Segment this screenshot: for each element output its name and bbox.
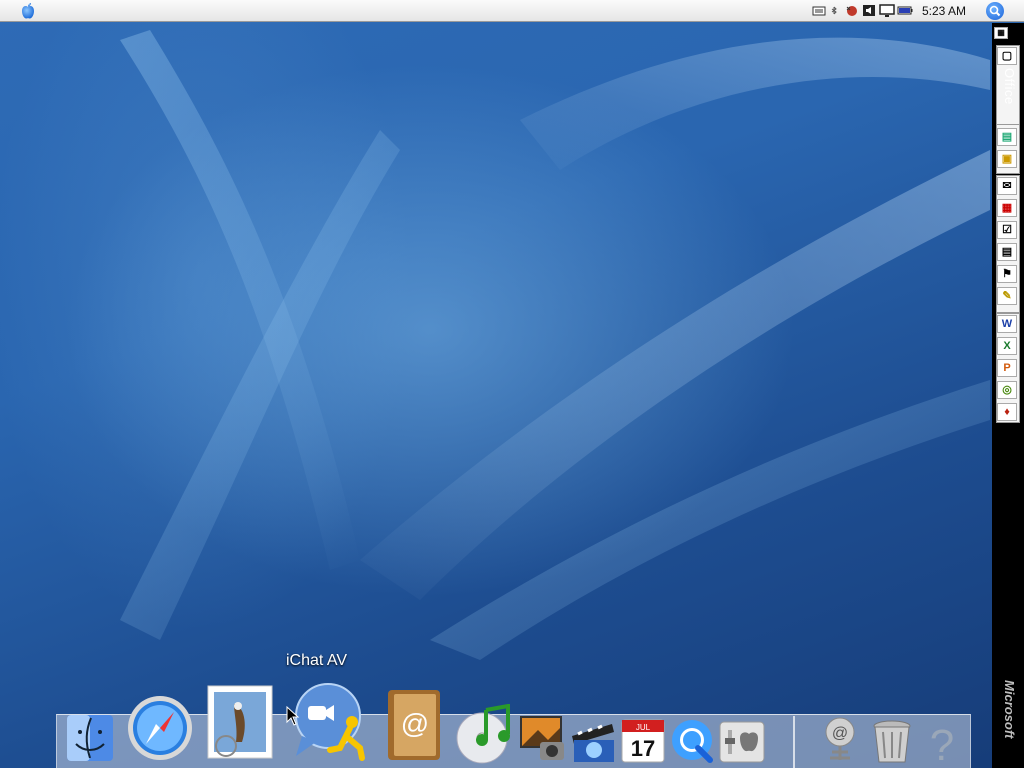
trash-icon[interactable] [870, 718, 914, 766]
ical-icon[interactable]: JUL 17 [620, 716, 666, 764]
menu-bar: 5:23 AM [0, 0, 1024, 22]
keyboard-input-icon[interactable] [812, 4, 826, 17]
help-icon[interactable]: ? [922, 718, 962, 766]
apple-icon[interactable] [20, 2, 36, 20]
desktop-wallpaper [0, 0, 1024, 768]
office-toolbar-menu-icon[interactable]: ▦ [994, 27, 1008, 39]
svg-text:?: ? [930, 721, 954, 766]
spotlight-search-icon[interactable] [986, 2, 1004, 20]
sync-icon[interactable] [843, 4, 859, 17]
ical-month: JUL [636, 723, 651, 732]
contacts-icon[interactable]: ▤ [997, 243, 1017, 261]
office-help-icon[interactable]: ♦ [997, 403, 1017, 421]
finder-icon[interactable] [64, 712, 116, 764]
menu-bar-clock[interactable]: 5:23 AM [922, 4, 966, 18]
open-file-icon[interactable]: ▤ [997, 128, 1017, 146]
bluetooth-icon[interactable] [830, 4, 838, 17]
mail-icon[interactable]: ✉ [997, 177, 1017, 195]
mail-icon[interactable] [204, 684, 278, 762]
itunes-icon[interactable] [452, 704, 514, 764]
svg-text:@: @ [832, 725, 848, 742]
word-icon[interactable]: W [997, 315, 1017, 333]
ichat-av-icon[interactable] [290, 678, 370, 764]
address-book-icon[interactable]: @ [382, 688, 446, 764]
project-center-icon[interactable]: ▣ [997, 150, 1017, 168]
project-gallery-icon[interactable]: ▢ [997, 47, 1017, 65]
safari-icon[interactable] [126, 692, 194, 762]
powerpoint-icon[interactable]: P [997, 359, 1017, 377]
office-toolbar-title: Office [1002, 68, 1017, 105]
tasks-icon[interactable]: ☑ [997, 221, 1017, 239]
mouse-pointer-icon [286, 706, 300, 726]
battery-icon[interactable] [897, 4, 913, 17]
office-toolbar-brand: Microsoft [1002, 680, 1017, 739]
system-preferences-icon[interactable] [718, 720, 766, 764]
volume-icon[interactable] [862, 4, 876, 17]
iphoto-icon[interactable] [518, 714, 568, 764]
wallpaper-swooshes [120, 30, 990, 660]
entourage-icon[interactable]: ⚑ [997, 265, 1017, 283]
excel-icon[interactable]: X [997, 337, 1017, 355]
calendar-icon[interactable]: ▦ [997, 199, 1017, 217]
dock-tooltip: iChat AV [286, 652, 348, 669]
ical-day: 17 [631, 736, 655, 761]
display-icon[interactable] [879, 4, 895, 17]
toolbox-icon[interactable]: ◎ [997, 381, 1017, 399]
internet-connect-icon[interactable]: @ [818, 716, 862, 766]
notes-icon[interactable]: ✎ [997, 287, 1017, 305]
dock-separator [793, 716, 795, 768]
quicktime-icon[interactable] [670, 716, 716, 764]
svg-text:@: @ [401, 708, 429, 739]
imovie-icon[interactable] [568, 716, 618, 766]
